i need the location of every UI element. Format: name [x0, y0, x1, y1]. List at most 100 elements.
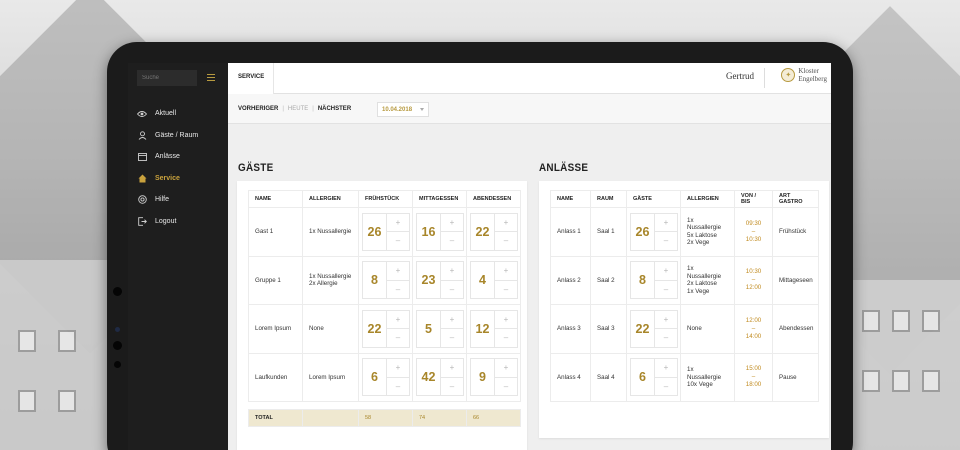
sidebar-item-hilfe[interactable]: Hilfe — [137, 189, 198, 211]
allergy-item: Lorem Ipsum — [309, 373, 346, 381]
prev-day-link[interactable]: VORHERIGER — [238, 106, 278, 112]
time-from: 15:00 — [745, 365, 762, 373]
increment-button[interactable]: + — [495, 212, 518, 233]
counter-value: 8 — [630, 261, 655, 300]
time-to: 14:00 — [745, 332, 762, 340]
sidebar-nav: Aktuell Gäste / Raum Anlässe Service Hil… — [137, 103, 198, 232]
sidebar-item-label: Service — [155, 174, 180, 182]
decrement-button[interactable]: – — [655, 232, 678, 251]
counter-stepper: 42 + – — [416, 358, 464, 397]
hamburger-menu-icon[interactable] — [207, 74, 215, 81]
decrement-button[interactable]: – — [655, 377, 678, 397]
anlaesse-table: NAME RAUM GÄSTE ALLERGIEN VON / BIS ART GASTR… — [550, 190, 819, 402]
allergy-item: 1x Nussallergie — [309, 272, 352, 280]
search-input[interactable] — [137, 70, 197, 86]
increment-button[interactable]: + — [387, 212, 410, 233]
decrement-button[interactable]: – — [387, 329, 410, 348]
counter-buttons: + – — [387, 309, 410, 348]
meal-count-cell: 22 + – — [466, 207, 521, 257]
decrement-button[interactable]: – — [441, 329, 464, 348]
counter-buttons: + – — [495, 212, 518, 251]
increment-button[interactable]: + — [655, 309, 678, 330]
counter-stepper: 6 + – — [362, 358, 410, 397]
decrement-button[interactable]: – — [655, 329, 678, 348]
column-header: NAME — [248, 190, 303, 208]
decrement-button[interactable]: – — [495, 377, 518, 397]
date-bar: VORHERIGER | HEUTE | NÄCHSTER 10.04.2018 — [228, 94, 831, 124]
sidebar-item-label: Hilfe — [155, 196, 170, 204]
event-name: Anlass 1 — [550, 207, 591, 257]
user-name[interactable]: Gertrud — [726, 71, 754, 81]
home-icon — [137, 173, 147, 183]
allergies-cell: 1x Nussallergie 2x Laktose 1x Vege — [680, 255, 735, 305]
sidebar-item-service[interactable]: Service — [137, 168, 198, 190]
decrement-button[interactable]: – — [387, 377, 410, 397]
building-left — [0, 260, 120, 450]
sidebar-item-logout[interactable]: Logout — [137, 211, 198, 233]
date-select[interactable]: 10.04.2018 — [377, 102, 429, 117]
sidebar-item-gaeste-raum[interactable]: Gäste / Raum — [137, 125, 198, 147]
increment-button[interactable]: + — [495, 261, 518, 281]
guest-name: Laufkunden — [248, 352, 303, 402]
allergy-item: 1x Nussallergie — [309, 228, 352, 235]
decrement-button[interactable]: – — [441, 232, 464, 251]
meal-count-cell: 6 + – — [358, 352, 413, 402]
sidebar-item-anlaesse[interactable]: Anlässe — [137, 146, 198, 168]
camera — [113, 287, 122, 296]
counter-stepper: 5 + – — [416, 309, 464, 348]
time-dash: – — [751, 227, 756, 235]
today-link[interactable]: HEUTE — [288, 106, 308, 112]
guest-name: Lorem Ipsum — [248, 304, 303, 354]
time-from: 12:00 — [745, 316, 762, 324]
sensor — [115, 327, 120, 332]
decrement-button[interactable]: – — [387, 280, 410, 300]
increment-button[interactable]: + — [441, 309, 464, 330]
column-header: MITTAGESSEN — [412, 190, 467, 208]
decrement-button[interactable]: – — [655, 280, 678, 300]
increment-button[interactable]: + — [441, 358, 464, 378]
decrement-button[interactable]: – — [441, 377, 464, 397]
room-name: Saal 2 — [590, 255, 627, 305]
decrement-button[interactable]: – — [495, 329, 518, 348]
next-day-link[interactable]: NÄCHSTER — [318, 106, 351, 112]
time-dash: – — [751, 373, 756, 381]
column-header: VON / BIS — [734, 190, 773, 208]
allergies-cell: None — [680, 304, 735, 354]
decrement-button[interactable]: – — [387, 232, 410, 251]
column-header: GÄSTE — [626, 190, 681, 208]
increment-button[interactable]: + — [495, 358, 518, 378]
increment-button[interactable]: + — [441, 261, 464, 281]
meal-count-cell: 5 + – — [412, 304, 467, 354]
counter-value: 12 — [470, 309, 495, 348]
counter-buttons: + – — [495, 309, 518, 348]
table-row: Anlass 3 Saal 3 22 + – None 12:00–14:00 Abendes… — [550, 304, 819, 354]
event-name: Anlass 2 — [550, 255, 591, 305]
chevron-down-icon — [420, 108, 424, 111]
counter-value: 22 — [362, 309, 387, 348]
increment-button[interactable]: + — [495, 309, 518, 330]
increment-button[interactable]: + — [387, 309, 410, 330]
time-range-cell: 15:00–18:00 — [734, 352, 773, 402]
user-icon — [137, 130, 147, 140]
table-row: Anlass 2 Saal 2 8 + –1x Nussallergie 2x Lakto… — [550, 255, 819, 305]
increment-button[interactable]: + — [655, 212, 678, 233]
decrement-button[interactable]: – — [495, 232, 518, 251]
tab-service[interactable]: SERVICE — [228, 63, 274, 94]
meal-count-cell: 23 + – — [412, 255, 467, 305]
counter-stepper: 9 + – — [470, 358, 518, 397]
increment-button[interactable]: + — [441, 212, 464, 233]
tablet-frame: Aktuell Gäste / Raum Anlässe — [107, 42, 853, 450]
increment-button[interactable]: + — [655, 261, 678, 281]
spacer-cell — [249, 402, 521, 410]
increment-button[interactable]: + — [387, 358, 410, 378]
allergies-cell: 1x Nussallergie 2x Allergie — [302, 255, 359, 305]
allergy-item: 2x Vege — [687, 239, 710, 247]
decrement-button[interactable]: – — [441, 280, 464, 300]
increment-button[interactable]: + — [387, 261, 410, 281]
column-header: ALLERGIEN — [680, 190, 735, 208]
sidebar-item-aktuell[interactable]: Aktuell — [137, 103, 198, 125]
gaeste-table: NAME ALLERGIEN FRÜHSTÜCK MITTAGESSEN ABENDES… — [248, 190, 521, 427]
column-header: FRÜHSTÜCK — [358, 190, 413, 208]
increment-button[interactable]: + — [655, 358, 678, 378]
decrement-button[interactable]: – — [495, 280, 518, 300]
